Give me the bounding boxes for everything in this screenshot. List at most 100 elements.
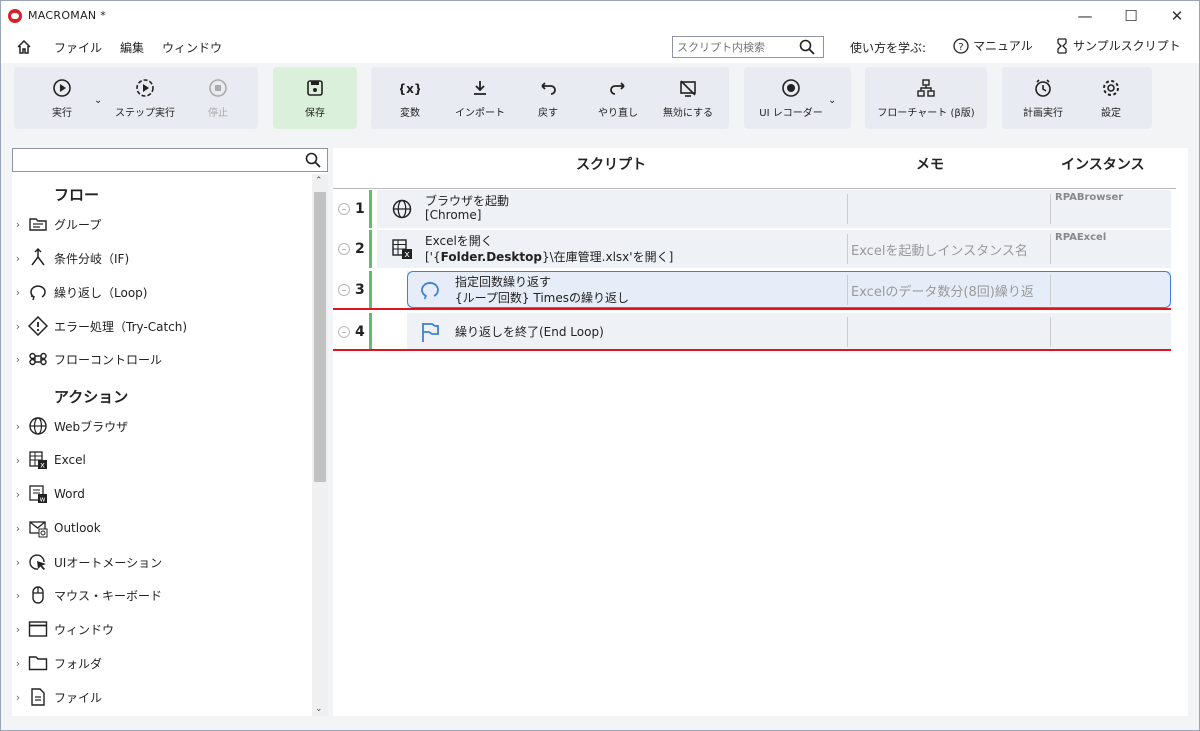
tree-item-flow-control[interactable]: › フローコントロール (12, 346, 308, 372)
stop-button[interactable]: 停止 (190, 67, 246, 129)
expand-arrow-icon[interactable]: › (12, 623, 24, 636)
step-play-icon (136, 78, 154, 97)
play-icon (53, 78, 71, 97)
row-toggle-icon[interactable] (338, 326, 350, 338)
row-title: 繰り返しを終了(End Loop) (455, 325, 604, 339)
flowchart-label: フローチャート (β版) (877, 107, 975, 119)
tree-item-excel[interactable]: › x Excel (12, 447, 308, 473)
maximize-button[interactable]: ☐ (1108, 0, 1154, 31)
tree-item-word[interactable]: › w Word (12, 481, 308, 507)
tree-item-window[interactable]: › ウィンドウ (12, 616, 308, 642)
word-icon: w (29, 485, 47, 504)
tree-item-label: フォルダ (54, 656, 103, 671)
expand-arrow-icon[interactable]: › (12, 286, 24, 299)
redo-button[interactable]: やり直し (587, 67, 649, 129)
expand-arrow-icon[interactable]: › (12, 353, 24, 366)
redo-label: やり直し (598, 107, 638, 119)
action-palette-panel: フロー › グループ › 条件分岐（IF) › 繰り返し（Loop) › エラー… (12, 148, 328, 716)
expand-arrow-icon[interactable]: › (12, 488, 24, 501)
action-panel-scrollbar[interactable]: ⌃ ⌄ (312, 174, 328, 716)
expand-arrow-icon[interactable]: › (12, 657, 24, 670)
search-icon[interactable] (305, 152, 321, 168)
variable-label: 変数 (400, 107, 420, 119)
ui-recorder-label: UI レコーダー (759, 107, 823, 119)
cell-separator (847, 234, 848, 264)
expand-arrow-icon[interactable]: › (12, 589, 24, 602)
script-row-3[interactable]: 3 指定回数繰り返す {ループ回数} Timesの繰り返し Excelのデータ数… (333, 271, 1176, 309)
expand-arrow-icon[interactable]: › (12, 252, 24, 265)
instance-column-header: インスタンス (1061, 157, 1145, 173)
row-toggle-icon[interactable] (338, 284, 350, 296)
step-run-button[interactable]: ステップ実行 (110, 67, 180, 129)
settings-button[interactable]: 設定 (1082, 67, 1140, 129)
variable-icon: {x} (400, 82, 420, 96)
row-status-bar (369, 190, 372, 228)
script-row-4[interactable]: 4 繰り返しを終了(End Loop) (333, 313, 1176, 351)
app-title: MACROMAN * (28, 9, 107, 22)
tree-item-group[interactable]: › グループ (12, 211, 308, 237)
disable-button[interactable]: 無効にする (655, 67, 721, 129)
close-button[interactable]: ✕ (1154, 0, 1200, 31)
tree-item-folder[interactable]: › フォルダ (12, 650, 308, 676)
group-icon (29, 218, 47, 231)
script-row-1[interactable]: 1 ブラウザを起動 [Chrome] RPABrowser (333, 190, 1176, 228)
highlight-underline (333, 349, 1171, 351)
expand-arrow-icon[interactable]: › (12, 556, 24, 569)
undo-button[interactable]: 戻す (517, 67, 579, 129)
action-search-input[interactable] (15, 150, 295, 170)
script-row-2[interactable]: 2 x Excelを開く ['{Folder.Desktop}\在庫管理.xls… (333, 230, 1176, 268)
tree-item-mouse-keyboard[interactable]: › マウス・キーボード (12, 582, 308, 608)
schedule-label: 計画実行 (1023, 107, 1063, 119)
menu-edit[interactable]: 編集 (120, 39, 144, 56)
script-search-input[interactable] (673, 39, 799, 55)
tree-item-label: ウィンドウ (54, 622, 115, 637)
menu-window[interactable]: ウィンドウ (162, 39, 222, 56)
expand-arrow-icon[interactable]: › (12, 691, 24, 704)
home-icon[interactable] (16, 39, 32, 55)
expand-arrow-icon[interactable]: › (12, 522, 24, 535)
sample-script-link[interactable]: サンプルスクリプト (1055, 37, 1181, 54)
branch-icon (31, 248, 45, 266)
expand-arrow-icon[interactable]: › (12, 218, 24, 231)
run-options-chevron-icon[interactable]: ⌄ (94, 95, 102, 106)
expand-arrow-icon[interactable]: › (12, 454, 24, 467)
row-toggle-icon[interactable] (338, 203, 350, 215)
row-toggle-icon[interactable] (338, 243, 350, 255)
cell-separator (1050, 317, 1051, 347)
scroll-thumb[interactable] (314, 192, 326, 482)
run-button[interactable]: 実行 (32, 67, 92, 129)
search-icon[interactable] (799, 39, 815, 55)
tree-item-try-catch[interactable]: › エラー処理（Try-Catch) (12, 313, 308, 339)
schedule-button[interactable]: 計画実行 (1010, 67, 1076, 129)
scroll-down-icon[interactable]: ⌄ (315, 704, 323, 714)
row-memo[interactable]: Excelを起動しインスタンス名 (851, 240, 1047, 259)
save-icon (307, 79, 323, 96)
tree-item-label: エラー処理（Try-Catch) (54, 319, 188, 334)
tree-item-ui-automation[interactable]: › UIオートメーション (12, 549, 308, 575)
manual-link[interactable]: ? マニュアル (953, 37, 1033, 54)
highlight-underline (333, 308, 1171, 310)
cell-separator (847, 194, 848, 224)
tree-item-outlook[interactable]: › Outlook (12, 515, 308, 541)
expand-arrow-icon[interactable]: › (12, 320, 24, 333)
scroll-up-icon[interactable]: ⌃ (315, 176, 323, 186)
memo-column-header: メモ (916, 157, 944, 173)
tree-item-file[interactable]: › ファイル (12, 684, 308, 710)
recorder-options-chevron-icon[interactable]: ⌄ (828, 95, 836, 106)
sample-script-icon (1057, 37, 1067, 54)
minimize-button[interactable]: — (1062, 0, 1108, 31)
tree-item-web-browser[interactable]: › Webブラウザ (12, 413, 308, 439)
import-button[interactable]: インポート (449, 67, 511, 129)
folder-icon (28, 656, 48, 671)
toolbar: 実行 ⌄ ステップ実行 停止 保存 {x} 変数 インポート 戻す (0, 63, 1200, 137)
warning-icon (28, 316, 48, 336)
menu-file[interactable]: ファイル (54, 39, 102, 56)
ui-recorder-button[interactable]: UI レコーダー (748, 67, 834, 129)
tree-item-loop[interactable]: › 繰り返し（Loop) (12, 279, 308, 305)
expand-arrow-icon[interactable]: › (12, 420, 24, 433)
save-button[interactable]: 保存 (273, 67, 357, 129)
script-editor-panel: スクリプト メモ インスタンス 1 ブラウザを起動 [Chrome] RPABr… (333, 148, 1188, 716)
flowchart-button[interactable]: フローチャート (β版) (865, 67, 987, 129)
tree-item-if[interactable]: › 条件分岐（IF) (12, 245, 308, 271)
variable-button[interactable]: {x} 変数 (379, 67, 441, 129)
